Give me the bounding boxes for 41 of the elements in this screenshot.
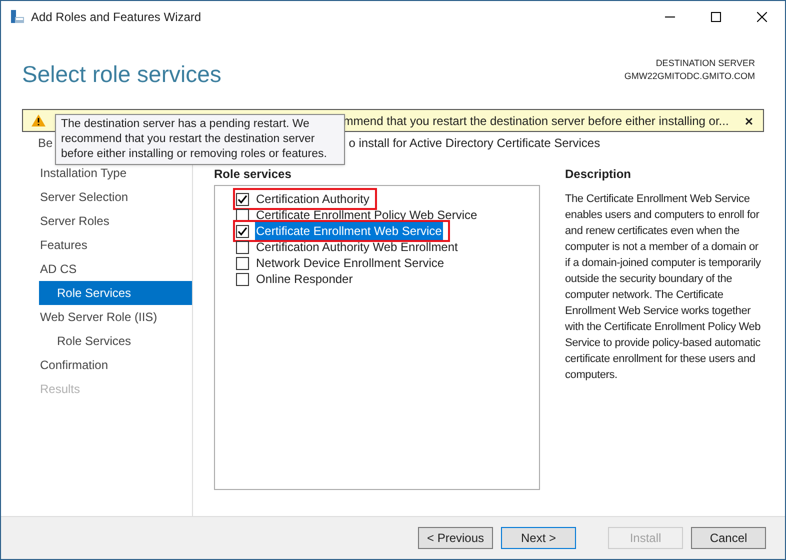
server-wizard-icon: [9, 8, 25, 24]
destination-label: DESTINATION SERVER: [656, 57, 755, 70]
checkbox[interactable]: [236, 272, 249, 286]
checkbox[interactable]: [236, 224, 249, 238]
wizard-button[interactable]: < Previous: [418, 527, 493, 549]
nav-item[interactable]: Role Services: [39, 281, 192, 305]
nav-item[interactable]: AD CS: [39, 257, 192, 281]
warning-icon: [31, 114, 46, 127]
nav-item[interactable]: Be: [38, 134, 53, 152]
tooltip: The destination server has a pending restart. We recommend that you restart the destination server before either installing or removing roles or features.: [55, 114, 345, 165]
page-title: Select role services: [22, 60, 222, 89]
role-service-label: Certificate Enrollment Web Service: [255, 222, 443, 240]
destination-server: GMW22GMITODC.GMITO.COM: [624, 70, 755, 83]
section-heading: Description: [565, 166, 632, 182]
section-heading: Role services: [214, 166, 292, 182]
nav-item[interactable]: Features: [39, 233, 192, 257]
role-service-row[interactable]: Certificate Enrollment Web Service: [236, 223, 447, 239]
role-service-label: Certification Authority: [255, 191, 370, 208]
role-service-label: Online Responder: [255, 271, 354, 288]
dismiss-button[interactable]: ×: [744, 114, 753, 128]
wizard-button[interactable]: Next >: [501, 527, 576, 549]
wizard-button[interactable]: Cancel: [691, 527, 766, 549]
role-service-row[interactable]: Online Responder: [236, 271, 358, 287]
role-service-label: Network Device Enrollment Service: [255, 255, 446, 272]
role-service-row[interactable]: Certification Authority: [236, 191, 374, 207]
role-service-row[interactable]: Network Device Enrollment Service: [236, 255, 450, 271]
nav-item[interactable]: Web Server Role (IIS): [39, 305, 192, 329]
checkbox[interactable]: [236, 240, 249, 254]
nav-item[interactable]: Server Roles: [39, 209, 192, 233]
checkbox[interactable]: [236, 256, 249, 270]
close-icon: [757, 12, 767, 22]
window-title: Add Roles and Features Wizard: [31, 8, 202, 26]
nav-item[interactable]: Server Selection: [39, 185, 192, 209]
checkmark-icon: [237, 226, 248, 236]
nav-item[interactable]: Role Services: [39, 329, 192, 353]
checkbox[interactable]: [236, 192, 249, 206]
intro-text: o install for Active Directory Certificate Services: [348, 135, 600, 152]
checkmark-icon: [237, 194, 248, 204]
nav-item[interactable]: Confirmation: [39, 353, 192, 377]
maximize-icon: [711, 12, 721, 22]
description-text: The Certificate Enrollment Web Service enables users and computers to enroll for and renew certificates even when the computer is not a member of a domain or if a domain-joined computer is temporarily outside the security boundary of the computer network. The Certificate Enrollment Web Service works together with the Certificate Enrollment Policy Web Service to provide policy-based automatic certificate enrollment for these users and computers.: [565, 192, 762, 383]
